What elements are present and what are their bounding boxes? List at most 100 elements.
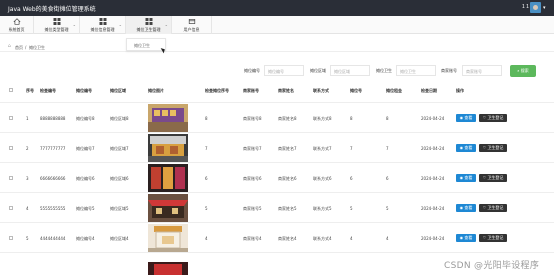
search-input-hygiene[interactable]: 摊位卫生 — [396, 65, 436, 76]
cell-stall-num: 5 — [350, 206, 353, 211]
chevron-down-icon: ⌄ — [164, 22, 168, 27]
breadcrumb: ⌂ 首页 / 摊位卫生 — [0, 42, 554, 52]
cell-phone: 联系方式5 — [313, 206, 332, 211]
grid-icon — [99, 18, 106, 25]
register-button-label: 卫生登记 — [487, 145, 504, 150]
cell-rent: 6 — [386, 176, 389, 181]
cell-stall-num: 4 — [350, 236, 353, 241]
col-header: 摊位区域 — [110, 88, 126, 93]
table-row: 2 7777777777 摊位编号7 摊位区域7 7 商家账号7 商家姓名7 联… — [0, 133, 554, 163]
cell-account: 商家账号4 — [243, 236, 262, 241]
nav-label: 用户信息 — [183, 27, 200, 32]
col-header: 检查编号 — [40, 88, 56, 93]
nav-item-user-info[interactable]: 用户信息 — [172, 16, 212, 34]
cell-date: 2024-04-24 — [421, 146, 445, 151]
cell-check-no: 6666666666 — [40, 176, 66, 181]
cell-check-no: 5555555555 — [40, 206, 66, 211]
view-button[interactable]: ◉ 查看 — [456, 144, 476, 152]
breadcrumb-current: 摊位卫生 — [29, 45, 45, 50]
cell-account: 商家账号6 — [243, 176, 262, 181]
stall-image — [148, 194, 188, 222]
col-header: 检查日期 — [421, 88, 437, 93]
view-button-label: 查看 — [464, 145, 473, 150]
view-button[interactable]: ◉ 查看 — [456, 204, 476, 212]
view-button-label: 查看 — [464, 235, 473, 240]
hygiene-register-button[interactable]: ♡ 卫生登记 — [479, 144, 507, 152]
stall-image — [148, 104, 188, 132]
dropdown-item-hygiene[interactable]: 摊位卫生 — [134, 43, 150, 49]
user-menu-chevron-icon[interactable]: ▾ — [543, 5, 546, 11]
col-header: 序号 — [26, 88, 34, 93]
cell-rent: 8 — [386, 116, 389, 121]
row-checkbox[interactable] — [9, 116, 13, 120]
nav-dropdown: 摊位卫生 — [126, 38, 166, 51]
cell-stall-no: 摊位编号5 — [76, 206, 95, 211]
view-button-label: 查看 — [464, 175, 473, 180]
col-header: 摊位租金 — [386, 88, 402, 93]
hygiene-register-button[interactable]: ♡ 卫生登记 — [479, 234, 507, 242]
stall-image — [148, 164, 188, 192]
cell-no: 4 — [26, 206, 29, 211]
app-title: Java Web的美食街摊位管理系统 — [8, 6, 96, 13]
view-button[interactable]: ◉ 查看 — [456, 114, 476, 122]
cell-no: 3 — [26, 176, 29, 181]
cell-name: 商家姓名8 — [278, 116, 297, 121]
stall-image — [148, 262, 188, 275]
col-header: 摊位图片 — [148, 88, 164, 93]
card-icon — [188, 19, 195, 24]
breadcrumb-home[interactable]: 首页 — [15, 45, 23, 51]
cell-rent: 4 — [386, 236, 389, 241]
chevron-down-icon: ⌄ — [118, 22, 122, 27]
col-header: 摊位编号 — [76, 88, 92, 93]
cell-rent: 5 — [386, 206, 389, 211]
cell-account: 商家账号5 — [243, 206, 262, 211]
row-checkbox[interactable] — [9, 236, 13, 240]
cell-name: 商家姓名7 — [278, 146, 297, 151]
chevron-down-icon: ⌄ — [72, 22, 76, 27]
cell-check-no: 4444444444 — [40, 236, 66, 241]
cell-stall-num: 6 — [350, 176, 353, 181]
search-bar: 摊位编号 摊位编号 摊位区域 摊位区域 摊位卫生 摊位卫生 商家账号 商家账号 … — [0, 64, 554, 78]
row-checkbox[interactable] — [9, 146, 13, 150]
cell-phone: 联系方式8 — [313, 116, 332, 121]
cell-date: 2024-04-24 — [421, 176, 445, 181]
col-header: 摊位号 — [350, 88, 362, 93]
main-nav: 系统首页 摊位类型管理 ⌄ 摊位信息管理 ⌄ 摊位卫生管理 ⌄ 用户信息 — [0, 16, 554, 34]
top-bar: Java Web的美食街摊位管理系统 1 1 ▾ — [0, 0, 554, 16]
nav-label: 摊位类型管理 — [44, 27, 69, 32]
view-button[interactable]: ◉ 查看 — [456, 174, 476, 182]
cell-seq: 6 — [205, 176, 208, 181]
cell-account: 商家账号7 — [243, 146, 262, 151]
cell-date: 2024-04-24 — [421, 116, 445, 121]
hygiene-register-button[interactable]: ♡ 卫生登记 — [479, 114, 507, 122]
select-all-checkbox[interactable] — [9, 88, 13, 92]
col-header: 商家姓名 — [278, 88, 294, 93]
row-checkbox[interactable] — [9, 176, 13, 180]
nav-item-home[interactable]: 系统首页 — [0, 16, 34, 34]
nav-label: 摊位信息管理 — [90, 27, 115, 32]
cell-stall-area: 摊位区域6 — [110, 176, 129, 181]
watermark: CSDN @光阳毕设程序 — [444, 261, 540, 271]
table-row: 4 5555555555 摊位编号5 摊位区域5 5 商家账号5 商家姓名5 联… — [0, 193, 554, 223]
search-button[interactable]: ⌕ 搜索 — [510, 65, 536, 77]
register-button-label: 卫生登记 — [487, 115, 504, 120]
nav-item-stall-info[interactable]: 摊位信息管理 ⌄ — [80, 16, 126, 34]
row-checkbox[interactable] — [9, 206, 13, 210]
col-header: 操作 — [456, 88, 464, 93]
nav-item-stall-hygiene[interactable]: 摊位卫生管理 ⌄ — [126, 16, 172, 34]
cell-stall-num: 8 — [350, 116, 353, 121]
avatar[interactable] — [530, 2, 541, 13]
search-input-stall-area[interactable]: 摊位区域 — [330, 65, 370, 76]
search-input-merchant[interactable]: 商家账号 — [462, 65, 502, 76]
cell-seq: 4 — [205, 236, 208, 241]
view-button[interactable]: ◉ 查看 — [456, 234, 476, 242]
hygiene-register-button[interactable]: ♡ 卫生登记 — [479, 204, 507, 212]
user-count: 1 1 — [522, 4, 529, 10]
cell-seq: 8 — [205, 116, 208, 121]
hygiene-register-button[interactable]: ♡ 卫生登记 — [479, 174, 507, 182]
breadcrumb-separator: / — [25, 45, 27, 50]
nav-item-stall-type[interactable]: 摊位类型管理 ⌄ — [34, 16, 80, 34]
cell-stall-no: 摊位编号4 — [76, 236, 95, 241]
search-input-stall-no[interactable]: 摊位编号 — [264, 65, 304, 76]
home-icon — [13, 18, 20, 25]
